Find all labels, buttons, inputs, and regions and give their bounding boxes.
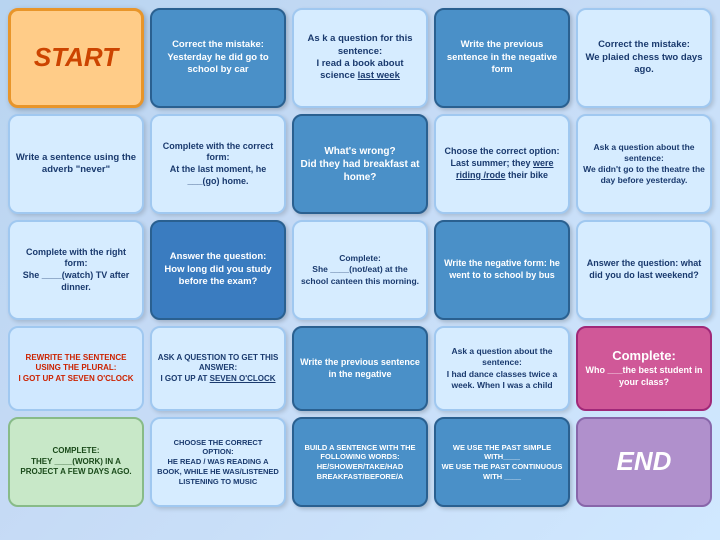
cell-r1c5[interactable]: Correct the mistake:We plaied chess two … <box>576 8 712 108</box>
cell-r4c2[interactable]: ASK A QUESTION TO GET THIS ANSWER:I GOT … <box>150 326 286 411</box>
cell-r2c5[interactable]: Ask a question about the sentence:We did… <box>576 114 712 214</box>
cell-r4c1-text: REWRITE THE SENTENCE USING THE PLURAL:I … <box>15 353 137 384</box>
cell-r1c4[interactable]: Write the previous sentence in the negat… <box>434 8 570 108</box>
cell-r4c5-text: Complete:Who ___the best student in your… <box>583 348 705 388</box>
cell-r2c2[interactable]: Complete with the correct form:At the la… <box>150 114 286 214</box>
cell-r3c5[interactable]: Answer the question: what did you do las… <box>576 220 712 320</box>
cell-r2c5-text: Ask a question about the sentence:We did… <box>583 142 705 186</box>
cell-r1c3[interactable]: As k a question for this sentence:I read… <box>292 8 428 108</box>
cell-r3c1-text: Complete with the right form:She ____(wa… <box>15 247 137 294</box>
cell-r4c4[interactable]: Ask a question about the sentence:I had … <box>434 326 570 411</box>
cell-r3c4[interactable]: Write the negative form: he went to to s… <box>434 220 570 320</box>
start-cell[interactable]: START <box>8 8 144 108</box>
end-cell[interactable]: END <box>576 417 712 507</box>
cell-r4c5[interactable]: Complete:Who ___the best student in your… <box>576 326 712 411</box>
cell-r2c3[interactable]: What's wrong?Did they had breakfast at h… <box>292 114 428 214</box>
cell-r2c4-text: Choose the correct option:Last summer; t… <box>441 146 563 181</box>
cell-r3c3-text: Complete:She ____(not/eat) at the school… <box>299 253 421 286</box>
cell-r5c1-text: COMPLETE:THEY ____(WORK) IN A PROJECT A … <box>15 446 137 477</box>
cell-r3c5-text: Answer the question: what did you do las… <box>583 258 705 281</box>
cell-r3c3[interactable]: Complete:She ____(not/eat) at the school… <box>292 220 428 320</box>
cell-r1c5-text: Correct the mistake:We plaied chess two … <box>583 39 705 76</box>
cell-r5c2-text: CHOOSE THE CORRECT OPTION:HE READ / WAS … <box>157 438 279 487</box>
cell-r1c3-text: As k a question for this sentence:I read… <box>299 33 421 82</box>
cell-r5c3[interactable]: BUILD A SENTENCE WITH THE FOLLOWING WORD… <box>292 417 428 507</box>
cell-r1c4-text: Write the previous sentence in the negat… <box>441 39 563 76</box>
cell-r3c4-text: Write the negative form: he went to to s… <box>441 258 563 281</box>
cell-r5c4-text: WE USE THE PAST SIMPLE WITH____WE USE TH… <box>441 443 563 482</box>
cell-r2c1-text: Write a sentence using the adverb "never… <box>15 152 137 177</box>
cell-r5c2[interactable]: CHOOSE THE CORRECT OPTION:HE READ / WAS … <box>150 417 286 507</box>
cell-r5c3-text: BUILD A SENTENCE WITH THE FOLLOWING WORD… <box>299 443 421 482</box>
cell-r3c2[interactable]: Answer the question:How long did you stu… <box>150 220 286 320</box>
cell-r5c1[interactable]: COMPLETE:THEY ____(WORK) IN A PROJECT A … <box>8 417 144 507</box>
cell-r3c2-text: Answer the question:How long did you stu… <box>157 251 279 288</box>
cell-r2c2-text: Complete with the correct form:At the la… <box>157 141 279 188</box>
cell-r4c3[interactable]: Write the previous sentence in the negat… <box>292 326 428 411</box>
board: START Correct the mistake:Yesterday he d… <box>0 0 720 540</box>
cell-r1c2[interactable]: Correct the mistake:Yesterday he did go … <box>150 8 286 108</box>
cell-r3c1[interactable]: Complete with the right form:She ____(wa… <box>8 220 144 320</box>
cell-r4c4-text: Ask a question about the sentence:I had … <box>441 346 563 390</box>
cell-r4c2-text: ASK A QUESTION TO GET THIS ANSWER:I GOT … <box>157 353 279 384</box>
cell-r2c4[interactable]: Choose the correct option:Last summer; t… <box>434 114 570 214</box>
cell-r1c2-text: Correct the mistake:Yesterday he did go … <box>157 39 279 76</box>
cell-r2c3-text: What's wrong?Did they had breakfast at h… <box>299 145 421 184</box>
cell-r4c1[interactable]: REWRITE THE SENTENCE USING THE PLURAL:I … <box>8 326 144 411</box>
cell-r2c1[interactable]: Write a sentence using the adverb "never… <box>8 114 144 214</box>
cell-r4c3-text: Write the previous sentence in the negat… <box>299 357 421 380</box>
cell-r5c4[interactable]: WE USE THE PAST SIMPLE WITH____WE USE TH… <box>434 417 570 507</box>
